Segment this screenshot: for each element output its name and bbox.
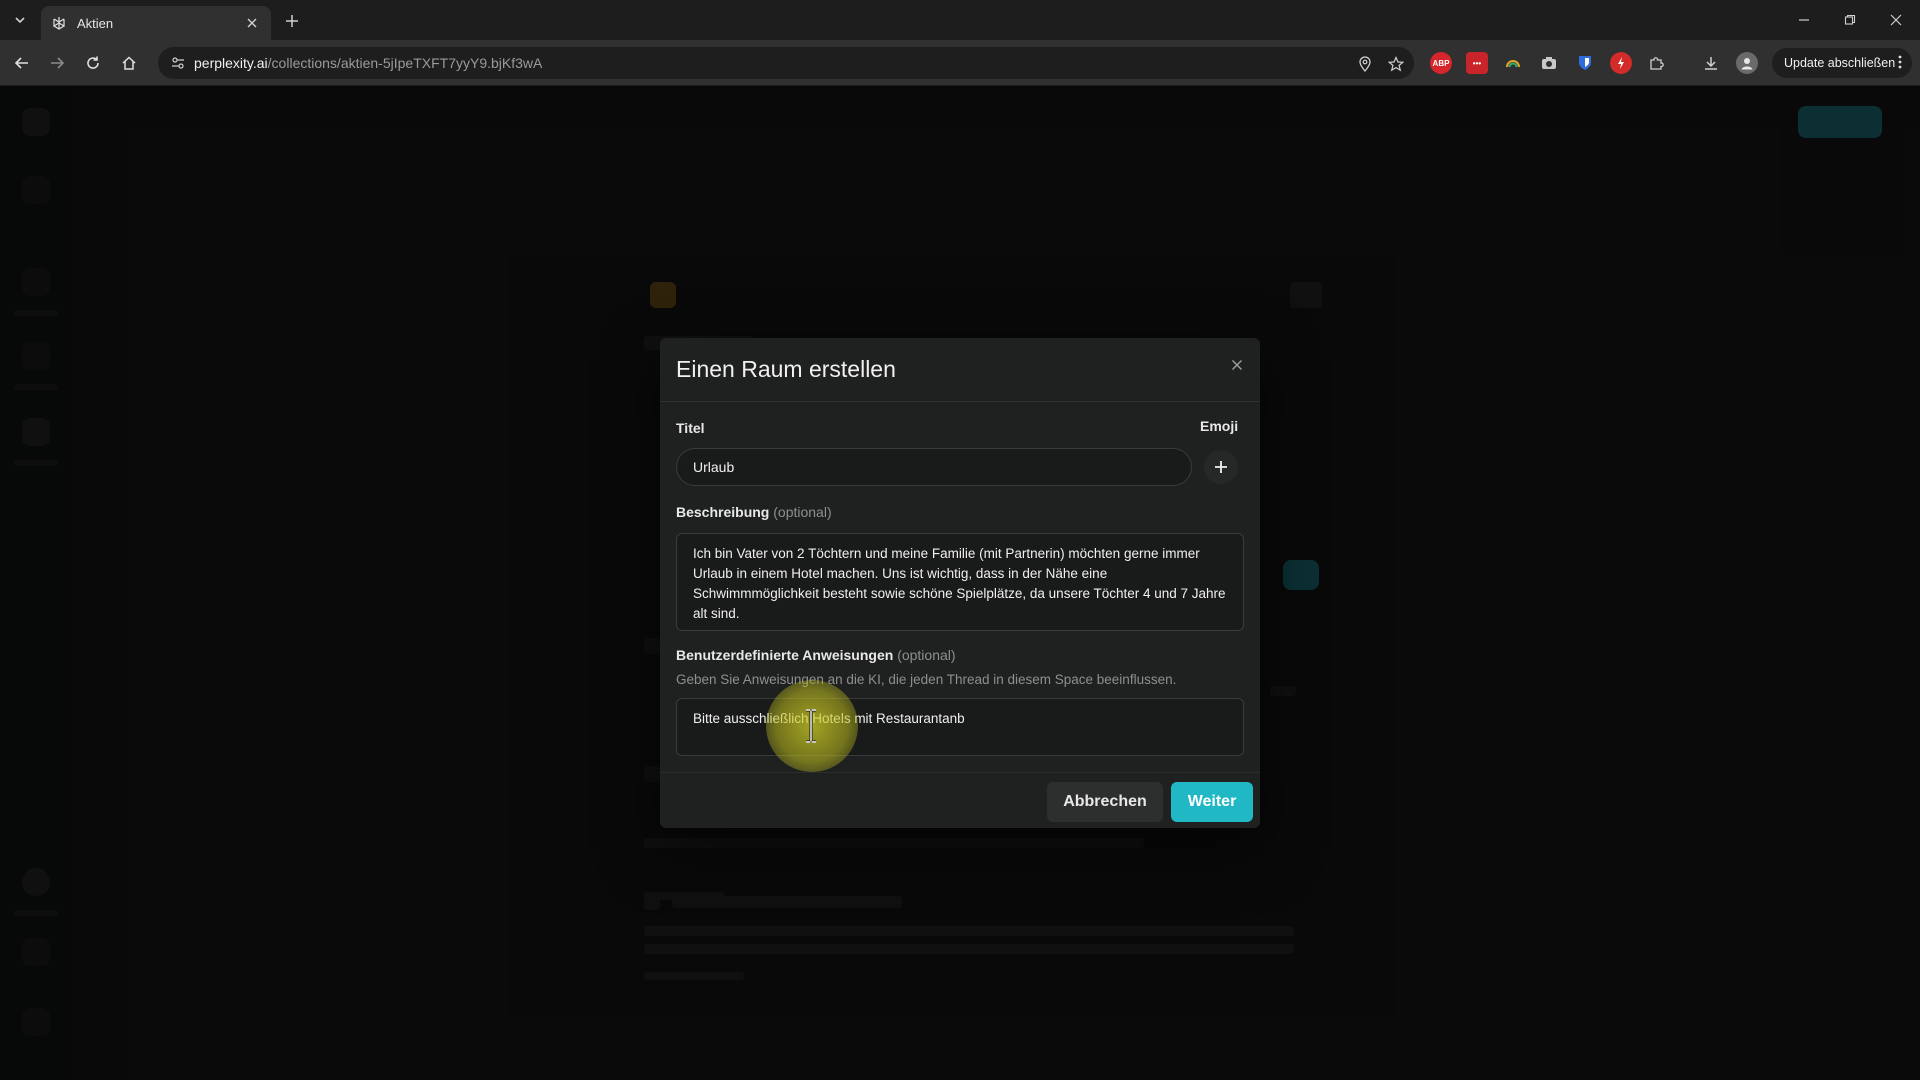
close-icon[interactable] <box>1226 354 1248 376</box>
browser-menu-dots-icon[interactable] <box>1898 55 1902 72</box>
browser-toolbar: perplexity.ai/collections/aktien-5jIpeTX… <box>0 40 1920 86</box>
tab-search-chevron-icon[interactable] <box>8 8 32 32</box>
plus-icon <box>1215 461 1227 473</box>
url-path: /collections/aktien-5jIpeTXFT7yyY9.bjKf3… <box>267 55 543 71</box>
tab-title: Aktien <box>77 15 114 31</box>
perplexity-favicon-icon <box>51 15 67 31</box>
create-space-dialog: Einen Raum erstellen Titel Emoji Urlaub … <box>660 338 1260 828</box>
extensions-puzzle-icon[interactable] <box>1646 52 1668 74</box>
update-button[interactable]: Update abschließen <box>1772 48 1912 78</box>
forward-arrow-icon[interactable] <box>43 49 71 77</box>
bitwarden-shield-icon[interactable] <box>1574 52 1596 74</box>
instructions-textarea[interactable]: Bitte ausschließlich Hotels mit Restaura… <box>676 698 1244 756</box>
rainbow-extension-icon[interactable] <box>1502 52 1524 74</box>
adblock-plus-extension-icon[interactable]: ABP <box>1430 52 1452 74</box>
update-button-label: Update abschließen <box>1784 56 1896 70</box>
profile-avatar-icon[interactable] <box>1736 52 1758 74</box>
browser-tab-bar: Aktien <box>0 0 1920 40</box>
add-emoji-button[interactable] <box>1204 450 1238 484</box>
back-arrow-icon[interactable] <box>8 49 36 77</box>
window-close-icon[interactable] <box>1874 6 1918 34</box>
reload-icon[interactable] <box>79 49 107 77</box>
next-button[interactable]: Weiter <box>1171 782 1253 822</box>
dialog-title: Einen Raum erstellen <box>676 356 896 382</box>
window-minimize-icon[interactable] <box>1782 6 1826 34</box>
dialog-footer-divider <box>660 772 1260 773</box>
tab-close-icon[interactable] <box>243 14 261 32</box>
title-field-label: Titel <box>676 420 705 436</box>
bookmark-star-icon[interactable] <box>1385 53 1407 75</box>
downloads-icon[interactable] <box>1700 52 1722 74</box>
emoji-label: Emoji <box>1200 418 1239 434</box>
camera-extension-icon[interactable] <box>1538 52 1560 74</box>
instructions-hint: Geben Sie Anweisungen an die KI, die jed… <box>676 672 1177 687</box>
instructions-label-text: Benutzerdefinierte Anweisungen <box>676 647 894 663</box>
description-label-text: Beschreibung <box>676 504 770 520</box>
home-icon[interactable] <box>115 49 143 77</box>
description-optional-text: (optional) <box>773 504 832 520</box>
title-input[interactable]: Urlaub <box>676 448 1192 486</box>
url-host: perplexity.ai <box>194 55 268 71</box>
address-bar[interactable]: perplexity.ai/collections/aktien-5jIpeTX… <box>158 47 1414 79</box>
location-pin-icon[interactable] <box>1354 53 1376 75</box>
description-textarea[interactable]: Ich bin Vater von 2 Töchtern und meine F… <box>676 533 1244 631</box>
new-tab-plus-icon[interactable] <box>281 10 303 32</box>
window-restore-icon[interactable] <box>1828 6 1872 34</box>
cancel-button[interactable]: Abbrechen <box>1047 782 1163 822</box>
red-lightning-extension-icon[interactable] <box>1610 52 1632 74</box>
dialog-header-divider <box>660 401 1260 402</box>
lastpass-extension-icon[interactable]: ••• <box>1466 52 1488 74</box>
instructions-field-label: Benutzerdefinierte Anweisungen (optional… <box>676 647 956 663</box>
instructions-optional-text: (optional) <box>897 647 956 663</box>
browser-tab-active[interactable]: Aktien <box>41 6 271 40</box>
site-settings-icon[interactable] <box>162 47 194 79</box>
url-text: perplexity.ai/collections/aktien-5jIpeTX… <box>194 55 542 71</box>
description-field-label: Beschreibung (optional) <box>676 504 832 520</box>
